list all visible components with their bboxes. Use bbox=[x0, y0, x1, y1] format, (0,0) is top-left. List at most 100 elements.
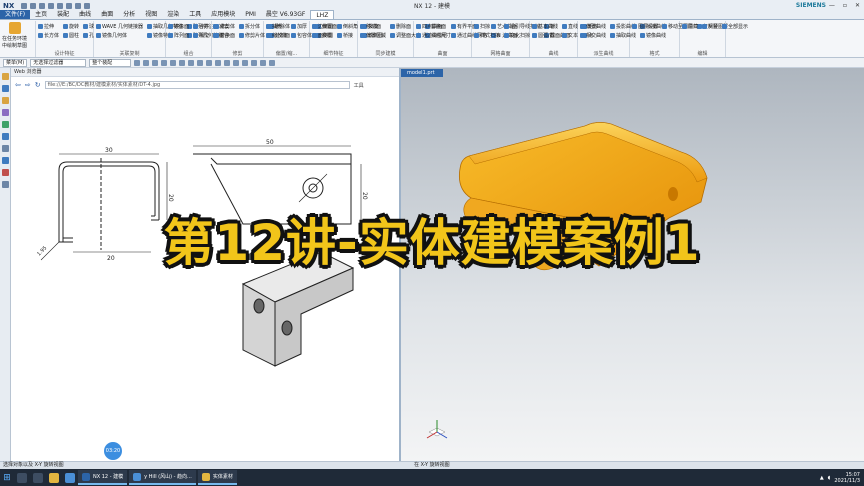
ribbon-command-10-1[interactable]: 直线 bbox=[562, 22, 578, 30]
ribbon-command-3-3[interactable]: 阵列面 bbox=[168, 31, 189, 39]
ribbon-command-4-3[interactable]: 替换面 bbox=[214, 31, 235, 39]
task-view-icon[interactable] bbox=[33, 472, 43, 483]
history-icon[interactable] bbox=[2, 145, 9, 152]
selection-scope-dropdown[interactable]: 整个装配 bbox=[89, 58, 132, 67]
window-controls[interactable]: — ▫ ✕ bbox=[829, 2, 860, 9]
ribbon-command-3-0[interactable]: 镜像面 bbox=[168, 22, 189, 30]
ribbon-command-5-0[interactable]: 抽壳 bbox=[266, 22, 287, 30]
roles-icon[interactable] bbox=[2, 169, 9, 176]
rotate-icon[interactable] bbox=[233, 59, 240, 66]
menu-dropdown[interactable]: 菜单(M) bbox=[3, 58, 28, 67]
sketch-task-button[interactable]: 在任务环境中绘制草图 bbox=[0, 21, 30, 50]
system-clock[interactable]: 15:07 2021/11/3 bbox=[834, 472, 860, 484]
ribbon-command-1-1[interactable]: 旋转 bbox=[63, 22, 79, 30]
start-button[interactable]: ⊞ bbox=[0, 471, 14, 485]
deselect-icon[interactable] bbox=[152, 59, 159, 66]
zoom-icon[interactable] bbox=[224, 59, 231, 66]
back-icon[interactable]: ⇦ bbox=[15, 81, 21, 89]
ribbon-command-6-4[interactable]: 桥接 bbox=[337, 31, 358, 39]
ribbon-command-5-1[interactable]: 加厚 bbox=[291, 22, 312, 30]
minimize-button[interactable]: — bbox=[829, 2, 835, 9]
pan-icon[interactable] bbox=[242, 59, 249, 66]
fit-view-icon[interactable] bbox=[215, 59, 222, 66]
browser-icon[interactable] bbox=[65, 472, 75, 483]
volume-icon[interactable]: ◖ bbox=[828, 475, 831, 481]
ribbon-command-9-0[interactable]: 扫掠 bbox=[474, 22, 500, 30]
taskbar-task-0[interactable]: NX 12 - 建模 bbox=[78, 470, 128, 485]
menu-tab-9[interactable]: 应用模块 bbox=[206, 10, 240, 19]
ribbon-command-1-3[interactable]: 长方体 bbox=[38, 31, 59, 39]
ribbon-command-13-0[interactable]: 隐藏 bbox=[682, 22, 698, 30]
ribbon-command-7-0[interactable]: 移动面 bbox=[360, 22, 386, 30]
ribbon-command-10-3[interactable]: 圆弧/圆 bbox=[532, 31, 558, 39]
close-button[interactable]: ✕ bbox=[855, 2, 860, 9]
ribbon-command-7-3[interactable]: 偏置区域 bbox=[360, 31, 386, 39]
search-icon[interactable] bbox=[17, 472, 27, 483]
render-style-icon[interactable] bbox=[251, 59, 258, 66]
orient-view-icon[interactable] bbox=[260, 59, 267, 66]
menu-tab-7[interactable]: 渲染 bbox=[162, 10, 184, 19]
constraint-navigator-icon[interactable] bbox=[2, 85, 9, 92]
ribbon-command-11-3[interactable]: 相交曲线 bbox=[580, 31, 606, 39]
part-navigator-icon[interactable] bbox=[2, 97, 9, 104]
intersection-icon[interactable] bbox=[197, 59, 204, 66]
menu-tab-0[interactable]: 文件(F) bbox=[0, 10, 31, 19]
center-icon[interactable] bbox=[188, 59, 195, 66]
maximize-button[interactable]: ▫ bbox=[843, 2, 847, 9]
ribbon-command-4-0[interactable]: 修剪体 bbox=[214, 22, 235, 30]
ribbon-command-3-1[interactable]: 合并 bbox=[193, 22, 209, 30]
ribbon-command-4-1[interactable]: 拆分体 bbox=[239, 22, 265, 30]
menu-tab-6[interactable]: 视图 bbox=[140, 10, 162, 19]
ribbon-command-1-0[interactable]: 拉伸 bbox=[38, 22, 59, 30]
ribbon-command-1-5[interactable]: 孔 bbox=[83, 31, 94, 39]
menu-tab-1[interactable]: 主页 bbox=[30, 10, 52, 19]
ribbon-command-4-4[interactable]: 修剪片体 bbox=[239, 31, 265, 39]
taskbar-task-1[interactable]: y Hill (风山) - 趋向... bbox=[129, 470, 196, 485]
quadrant-icon[interactable] bbox=[206, 59, 213, 66]
ribbon-command-6-0[interactable]: 边倒圆 bbox=[312, 22, 333, 30]
reuse-library-icon[interactable] bbox=[2, 109, 9, 116]
ribbon-command-10-4[interactable]: 文本 bbox=[562, 31, 578, 39]
refresh-icon[interactable]: ↻ bbox=[35, 81, 41, 89]
ribbon-command-5-3[interactable]: 缩放体 bbox=[266, 31, 287, 39]
snap-icon[interactable] bbox=[134, 59, 141, 66]
ribbon-command-12-0[interactable]: 图层设置 bbox=[632, 22, 658, 30]
selection-filter-dropdown[interactable]: 无选择过滤器 bbox=[30, 58, 87, 67]
web-browser-icon[interactable] bbox=[2, 133, 9, 140]
menu-tab-2[interactable]: 装配 bbox=[52, 10, 74, 19]
menu-tab-10[interactable]: PMI bbox=[240, 10, 261, 19]
ribbon-command-8-3[interactable]: 通过曲线组 bbox=[416, 31, 447, 39]
ribbon-command-8-0[interactable]: 四点曲面 bbox=[416, 22, 447, 30]
select-all-icon[interactable] bbox=[143, 59, 150, 66]
ribbon-command-2-3[interactable]: 镜像几何体 bbox=[96, 31, 143, 39]
midpoint-icon[interactable] bbox=[179, 59, 186, 66]
ribbon-command-10-0[interactable]: 基本曲线 bbox=[532, 22, 558, 30]
ribbon-command-11-0[interactable]: 偏置曲线 bbox=[580, 22, 606, 30]
forward-icon[interactable]: ⇨ bbox=[25, 81, 31, 89]
menu-tab-12[interactable]: LHZ bbox=[310, 10, 335, 19]
menu-tab-5[interactable]: 分析 bbox=[118, 10, 140, 19]
endpoint-icon[interactable] bbox=[170, 59, 177, 66]
url-field[interactable]: file:///E:/BC/DC教材/建模素材/实体素材/DT-4.jpg bbox=[44, 81, 350, 89]
ribbon-command-13-2[interactable]: 全部显示 bbox=[722, 22, 748, 30]
menu-tab-11[interactable]: 晨空 V6.93GF bbox=[261, 10, 310, 19]
tools-menu[interactable]: 工具 bbox=[354, 82, 364, 89]
hd3d-tools-icon[interactable] bbox=[2, 121, 9, 128]
ribbon-command-1-4[interactable]: 圆柱 bbox=[63, 31, 79, 39]
ribbon-command-1-2[interactable]: 球 bbox=[83, 22, 94, 30]
ribbon-command-9-3[interactable]: 样式扫掠 bbox=[474, 31, 500, 39]
point-snap-icon[interactable] bbox=[161, 59, 168, 66]
ribbon-command-5-4[interactable]: 包容体 bbox=[291, 31, 312, 39]
ribbon-command-3-4[interactable]: 相交 bbox=[193, 31, 209, 39]
taskbar-task-2[interactable]: 实体素材 bbox=[197, 470, 237, 485]
network-icon[interactable]: ▲ bbox=[820, 475, 824, 481]
menu-tab-8[interactable]: 工具 bbox=[184, 10, 206, 19]
layer-icon[interactable] bbox=[269, 59, 276, 66]
menu-tab-4[interactable]: 曲面 bbox=[96, 10, 118, 19]
assembly-navigator-icon[interactable] bbox=[2, 73, 9, 80]
ribbon-command-6-1[interactable]: 倒斜角 bbox=[337, 22, 358, 30]
process-studio-icon[interactable] bbox=[2, 157, 9, 164]
ribbon-command-6-3[interactable]: 面倒圆 bbox=[312, 31, 333, 39]
system-scene-icon[interactable] bbox=[2, 181, 9, 188]
menu-tab-3[interactable]: 曲线 bbox=[74, 10, 96, 19]
